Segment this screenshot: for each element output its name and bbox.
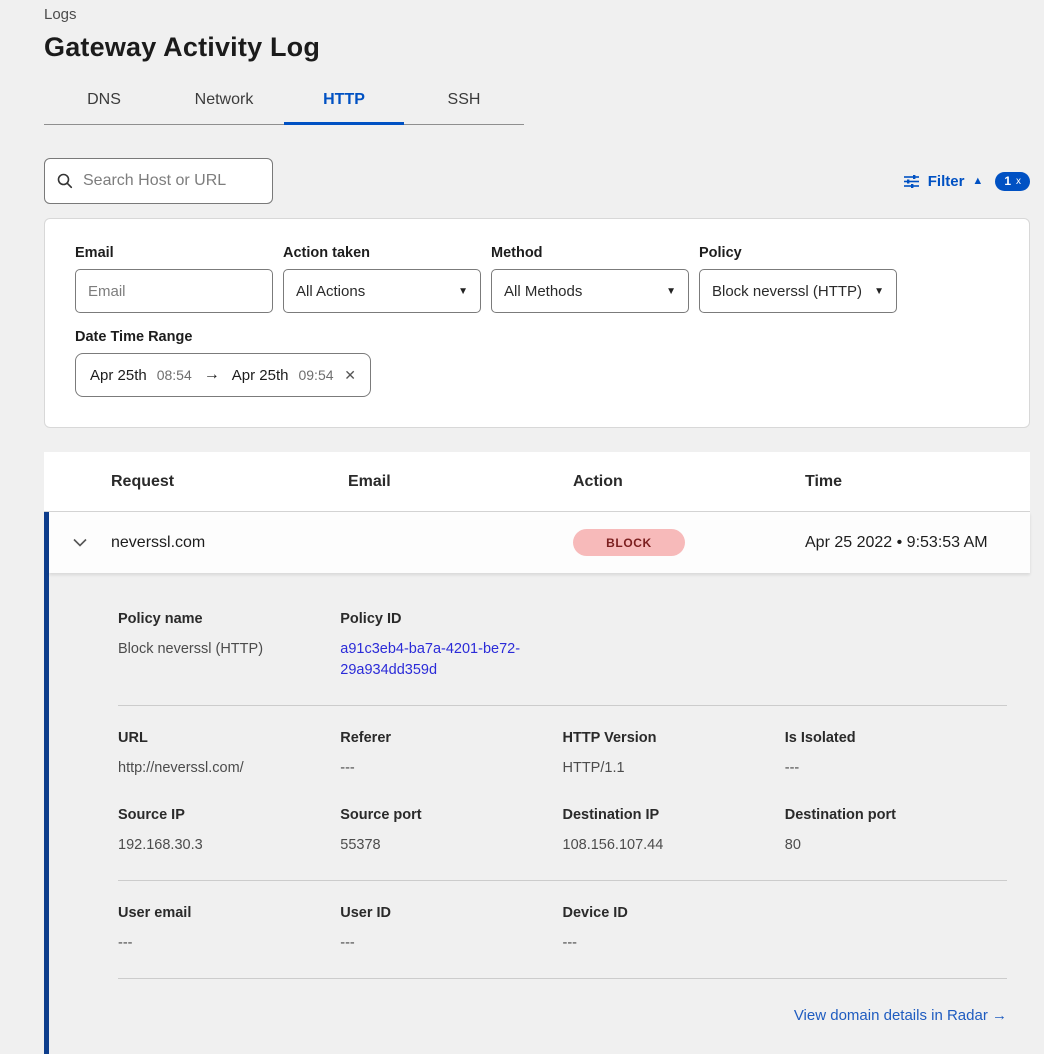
tab-network[interactable]: Network xyxy=(164,81,284,125)
search-box[interactable] xyxy=(44,158,273,204)
breadcrumb: Logs xyxy=(44,6,1030,23)
source-ip-label: Source IP xyxy=(118,807,340,823)
email-filter-field[interactable] xyxy=(75,269,273,313)
row-details-panel: Policy name Block neverssl (HTTP) Policy… xyxy=(49,573,1030,1054)
column-header-request: Request xyxy=(111,473,348,491)
tab-http[interactable]: HTTP xyxy=(284,81,404,125)
divider xyxy=(118,705,1007,706)
is-isolated-value: --- xyxy=(785,758,1007,779)
caret-down-icon: ▼ xyxy=(874,286,884,297)
radar-details-link[interactable]: View domain details in Radar → xyxy=(794,1007,1007,1024)
chevron-down-icon[interactable] xyxy=(49,538,111,547)
search-input[interactable] xyxy=(83,172,290,190)
policy-id-link[interactable]: a91c3eb4-ba7a-4201-be72-29a934dd359d xyxy=(340,639,535,681)
filter-panel: Email Action taken All Actions ▼ Method … xyxy=(44,218,1030,428)
policy-label: Policy xyxy=(699,245,897,261)
time-cell: Apr 25 2022 • 9:53:53 AM xyxy=(805,534,1030,552)
action-taken-value: All Actions xyxy=(296,283,365,300)
email-filter-label: Email xyxy=(75,245,273,261)
device-id-value: --- xyxy=(563,933,785,954)
filter-count-badge[interactable]: 1 x xyxy=(995,172,1030,191)
status-badge: BLOCK xyxy=(573,529,685,556)
referer-value: --- xyxy=(340,758,562,779)
column-header-email: Email xyxy=(348,473,573,491)
email-filter-input[interactable] xyxy=(88,283,260,300)
table-row[interactable]: neverssl.com BLOCK Apr 25 2022 • 9:53:53… xyxy=(49,512,1030,573)
device-id-label: Device ID xyxy=(563,905,785,921)
method-select[interactable]: All Methods ▼ xyxy=(491,269,689,313)
url-label: URL xyxy=(118,730,340,746)
user-id-label: User ID xyxy=(340,905,562,921)
referer-label: Referer xyxy=(340,730,562,746)
start-date: Apr 25th xyxy=(90,367,147,384)
user-email-value: --- xyxy=(118,933,340,954)
tab-dns[interactable]: DNS xyxy=(44,81,164,125)
filter-count: 1 xyxy=(1004,174,1011,188)
method-value: All Methods xyxy=(504,283,582,300)
destination-port-value: 80 xyxy=(785,835,1007,856)
method-label: Method xyxy=(491,245,689,261)
http-version-value: HTTP/1.1 xyxy=(563,758,785,779)
caret-up-icon: ▲ xyxy=(972,175,983,187)
filter-sliders-icon xyxy=(903,173,920,190)
policy-value: Block neverssl (HTTP) xyxy=(712,283,862,300)
destination-ip-value: 108.156.107.44 xyxy=(563,835,785,856)
date-range-label: Date Time Range xyxy=(75,329,999,345)
activity-log-table: Request Email Action Time neverssl.com B… xyxy=(44,452,1030,1054)
source-port-value: 55378 xyxy=(340,835,562,856)
divider xyxy=(118,880,1007,881)
is-isolated-label: Is Isolated xyxy=(785,730,1007,746)
end-time: 09:54 xyxy=(298,367,333,383)
table-header-row: Request Email Action Time xyxy=(44,452,1030,512)
expanded-row-container: neverssl.com BLOCK Apr 25 2022 • 9:53:53… xyxy=(44,512,1030,1054)
source-ip-value: 192.168.30.3 xyxy=(118,835,340,856)
tab-bar: DNS Network HTTP SSH xyxy=(44,81,524,125)
column-header-time: Time xyxy=(805,473,1030,491)
action-taken-select[interactable]: All Actions ▼ xyxy=(283,269,481,313)
caret-down-icon: ▼ xyxy=(666,286,676,297)
action-taken-label: Action taken xyxy=(283,245,481,261)
policy-select[interactable]: Block neverssl (HTTP) ▼ xyxy=(699,269,897,313)
filter-label: Filter xyxy=(928,173,965,190)
page-title: Gateway Activity Log xyxy=(44,32,1030,63)
http-version-label: HTTP Version xyxy=(563,730,785,746)
clear-filters-icon[interactable]: x xyxy=(1016,176,1021,187)
filter-toggle-button[interactable]: Filter ▲ 1 x xyxy=(903,172,1030,191)
user-id-value: --- xyxy=(340,933,562,954)
end-date: Apr 25th xyxy=(232,367,289,384)
clear-date-range-icon[interactable]: ✕ xyxy=(344,367,356,384)
tab-ssh[interactable]: SSH xyxy=(404,81,524,125)
policy-name-label: Policy name xyxy=(118,611,340,627)
policy-name-value: Block neverssl (HTTP) xyxy=(118,639,340,660)
request-cell: neverssl.com xyxy=(111,534,348,552)
policy-id-label: Policy ID xyxy=(340,611,562,627)
arrow-right-icon: → xyxy=(204,366,220,384)
source-port-label: Source port xyxy=(340,807,562,823)
url-value: http://neverssl.com/ xyxy=(118,758,340,779)
divider xyxy=(118,978,1007,979)
destination-ip-label: Destination IP xyxy=(563,807,785,823)
column-header-action: Action xyxy=(573,473,805,491)
date-range-picker[interactable]: Apr 25th 08:54 → Apr 25th 09:54 ✕ xyxy=(75,353,371,397)
start-time: 08:54 xyxy=(157,367,192,383)
destination-port-label: Destination port xyxy=(785,807,1007,823)
search-icon xyxy=(57,173,73,189)
caret-down-icon: ▼ xyxy=(458,286,468,297)
user-email-label: User email xyxy=(118,905,340,921)
